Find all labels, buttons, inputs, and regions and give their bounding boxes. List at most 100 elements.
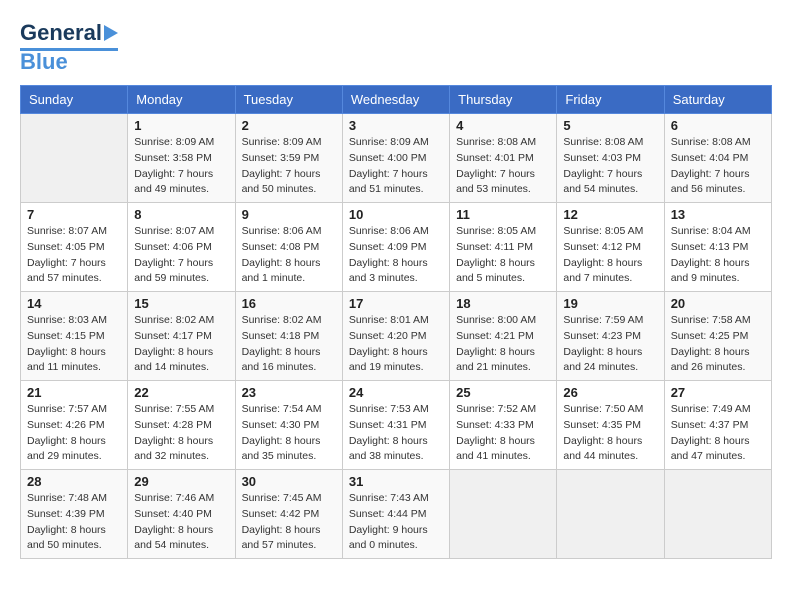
header-monday: Monday bbox=[128, 86, 235, 114]
calendar-week-row: 1Sunrise: 8:09 AMSunset: 3:58 PMDaylight… bbox=[21, 114, 772, 203]
day-number: 3 bbox=[349, 118, 443, 133]
logo-arrow-icon bbox=[104, 25, 118, 41]
day-number: 19 bbox=[563, 296, 657, 311]
calendar-cell bbox=[21, 114, 128, 203]
header-wednesday: Wednesday bbox=[342, 86, 449, 114]
calendar-week-row: 7 Sunrise: 8:07 AMSunset: 4:05 PMDaylight… bbox=[21, 203, 772, 292]
calendar-week-row: 14 Sunrise: 8:03 AMSunset: 4:15 PMDayligh… bbox=[21, 292, 772, 381]
calendar-cell bbox=[557, 470, 664, 559]
logo-general: General bbox=[20, 20, 102, 46]
calendar-cell: 17Sunrise: 8:01 AMSunset: 4:20 PMDayligh… bbox=[342, 292, 449, 381]
calendar-cell: 12Sunrise: 8:05 AMSunset: 4:12 PMDayligh… bbox=[557, 203, 664, 292]
day-info: Sunrise: 8:07 AMSunset: 4:05 PMDaylight:… bbox=[27, 224, 121, 287]
calendar-cell: 16Sunrise: 8:02 AMSunset: 4:18 PMDayligh… bbox=[235, 292, 342, 381]
day-info: Sunrise: 8:09 AMSunset: 4:00 PMDaylight:… bbox=[349, 135, 443, 198]
day-number: 24 bbox=[349, 385, 443, 400]
day-number: 16 bbox=[242, 296, 336, 311]
day-number: 31 bbox=[349, 474, 443, 489]
day-info: Sunrise: 7:53 AMSunset: 4:31 PMDaylight:… bbox=[349, 402, 443, 465]
calendar-cell: 23 Sunrise: 7:54 AMSunset: 4:30 PMDayligh… bbox=[235, 381, 342, 470]
day-info: Sunrise: 7:50 AMSunset: 4:35 PMDaylight:… bbox=[563, 402, 657, 465]
day-info: Sunrise: 8:06 AMSunset: 4:09 PMDaylight:… bbox=[349, 224, 443, 287]
day-info: Sunrise: 8:09 AMSunset: 3:59 PMDaylight:… bbox=[242, 135, 336, 198]
calendar-cell: 14 Sunrise: 8:03 AMSunset: 4:15 PMDayligh… bbox=[21, 292, 128, 381]
calendar-cell: 2 Sunrise: 8:09 AMSunset: 3:59 PMDaylight… bbox=[235, 114, 342, 203]
day-number: 13 bbox=[671, 207, 765, 222]
calendar-cell: 11 Sunrise: 8:05 AMSunset: 4:11 PMDayligh… bbox=[450, 203, 557, 292]
logo-blue: Blue bbox=[20, 49, 68, 75]
calendar-cell: 9 Sunrise: 8:06 AMSunset: 4:08 PMDaylight… bbox=[235, 203, 342, 292]
day-number: 27 bbox=[671, 385, 765, 400]
day-number: 14 bbox=[27, 296, 121, 311]
calendar-week-row: 28Sunrise: 7:48 AMSunset: 4:39 PMDayligh… bbox=[21, 470, 772, 559]
day-number: 21 bbox=[27, 385, 121, 400]
header-saturday: Saturday bbox=[664, 86, 771, 114]
day-number: 1 bbox=[134, 118, 228, 133]
day-info: Sunrise: 8:05 AMSunset: 4:11 PMDaylight:… bbox=[456, 224, 550, 287]
day-number: 2 bbox=[242, 118, 336, 133]
calendar-cell: 29 Sunrise: 7:46 AMSunset: 4:40 PMDayligh… bbox=[128, 470, 235, 559]
day-info: Sunrise: 8:02 AMSunset: 4:17 PMDaylight:… bbox=[134, 313, 228, 376]
calendar-cell: 19Sunrise: 7:59 AMSunset: 4:23 PMDayligh… bbox=[557, 292, 664, 381]
calendar-table: SundayMondayTuesdayWednesdayThursdayFrid… bbox=[20, 85, 772, 559]
calendar-cell bbox=[450, 470, 557, 559]
day-number: 12 bbox=[563, 207, 657, 222]
calendar-cell: 4 Sunrise: 8:08 AMSunset: 4:01 PMDaylight… bbox=[450, 114, 557, 203]
calendar-cell: 28Sunrise: 7:48 AMSunset: 4:39 PMDayligh… bbox=[21, 470, 128, 559]
day-info: Sunrise: 7:52 AMSunset: 4:33 PMDaylight:… bbox=[456, 402, 550, 465]
calendar-cell: 10 Sunrise: 8:06 AMSunset: 4:09 PMDayligh… bbox=[342, 203, 449, 292]
day-number: 17 bbox=[349, 296, 443, 311]
header-friday: Friday bbox=[557, 86, 664, 114]
calendar-cell bbox=[664, 470, 771, 559]
calendar-cell: 27 Sunrise: 7:49 AMSunset: 4:37 PMDayligh… bbox=[664, 381, 771, 470]
day-number: 4 bbox=[456, 118, 550, 133]
day-info: Sunrise: 7:46 AMSunset: 4:40 PMDaylight:… bbox=[134, 491, 228, 554]
day-number: 26 bbox=[563, 385, 657, 400]
day-info: Sunrise: 8:06 AMSunset: 4:08 PMDaylight:… bbox=[242, 224, 336, 287]
day-info: Sunrise: 7:55 AMSunset: 4:28 PMDaylight:… bbox=[134, 402, 228, 465]
calendar-cell: 8 Sunrise: 8:07 AMSunset: 4:06 PMDaylight… bbox=[128, 203, 235, 292]
day-info: Sunrise: 7:58 AMSunset: 4:25 PMDaylight:… bbox=[671, 313, 765, 376]
day-number: 23 bbox=[242, 385, 336, 400]
calendar-cell: 25 Sunrise: 7:52 AMSunset: 4:33 PMDayligh… bbox=[450, 381, 557, 470]
calendar-cell: 1Sunrise: 8:09 AMSunset: 3:58 PMDaylight… bbox=[128, 114, 235, 203]
day-info: Sunrise: 7:54 AMSunset: 4:30 PMDaylight:… bbox=[242, 402, 336, 465]
page-header: General Blue bbox=[20, 20, 772, 75]
day-info: Sunrise: 8:03 AMSunset: 4:15 PMDaylight:… bbox=[27, 313, 121, 376]
day-number: 29 bbox=[134, 474, 228, 489]
calendar-cell: 5 Sunrise: 8:08 AMSunset: 4:03 PMDaylight… bbox=[557, 114, 664, 203]
day-number: 30 bbox=[242, 474, 336, 489]
day-info: Sunrise: 8:00 AMSunset: 4:21 PMDaylight:… bbox=[456, 313, 550, 376]
calendar-cell: 31 Sunrise: 7:43 AMSunset: 4:44 PMDayligh… bbox=[342, 470, 449, 559]
calendar-cell: 22 Sunrise: 7:55 AMSunset: 4:28 PMDayligh… bbox=[128, 381, 235, 470]
day-info: Sunrise: 8:07 AMSunset: 4:06 PMDaylight:… bbox=[134, 224, 228, 287]
calendar-header-row: SundayMondayTuesdayWednesdayThursdayFrid… bbox=[21, 86, 772, 114]
day-number: 18 bbox=[456, 296, 550, 311]
day-number: 22 bbox=[134, 385, 228, 400]
day-info: Sunrise: 7:45 AMSunset: 4:42 PMDaylight:… bbox=[242, 491, 336, 554]
header-tuesday: Tuesday bbox=[235, 86, 342, 114]
day-info: Sunrise: 8:04 AMSunset: 4:13 PMDaylight:… bbox=[671, 224, 765, 287]
day-number: 7 bbox=[27, 207, 121, 222]
day-number: 9 bbox=[242, 207, 336, 222]
day-number: 5 bbox=[563, 118, 657, 133]
calendar-cell: 26 Sunrise: 7:50 AMSunset: 4:35 PMDayligh… bbox=[557, 381, 664, 470]
day-info: Sunrise: 8:08 AMSunset: 4:04 PMDaylight:… bbox=[671, 135, 765, 198]
day-number: 10 bbox=[349, 207, 443, 222]
day-number: 8 bbox=[134, 207, 228, 222]
calendar-cell: 15Sunrise: 8:02 AMSunset: 4:17 PMDayligh… bbox=[128, 292, 235, 381]
day-number: 25 bbox=[456, 385, 550, 400]
day-number: 28 bbox=[27, 474, 121, 489]
day-info: Sunrise: 7:49 AMSunset: 4:37 PMDaylight:… bbox=[671, 402, 765, 465]
day-info: Sunrise: 7:43 AMSunset: 4:44 PMDaylight:… bbox=[349, 491, 443, 554]
calendar-cell: 20 Sunrise: 7:58 AMSunset: 4:25 PMDayligh… bbox=[664, 292, 771, 381]
calendar-cell: 24 Sunrise: 7:53 AMSunset: 4:31 PMDayligh… bbox=[342, 381, 449, 470]
day-number: 11 bbox=[456, 207, 550, 222]
logo: General Blue bbox=[20, 20, 118, 75]
calendar-cell: 30 Sunrise: 7:45 AMSunset: 4:42 PMDayligh… bbox=[235, 470, 342, 559]
day-info: Sunrise: 8:08 AMSunset: 4:01 PMDaylight:… bbox=[456, 135, 550, 198]
header-sunday: Sunday bbox=[21, 86, 128, 114]
calendar-cell: 6Sunrise: 8:08 AMSunset: 4:04 PMDaylight… bbox=[664, 114, 771, 203]
day-info: Sunrise: 8:08 AMSunset: 4:03 PMDaylight:… bbox=[563, 135, 657, 198]
day-number: 20 bbox=[671, 296, 765, 311]
